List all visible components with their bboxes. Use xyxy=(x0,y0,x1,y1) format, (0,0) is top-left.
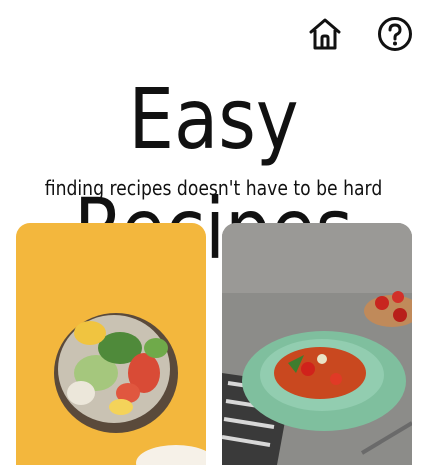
pasta-plate-photo xyxy=(222,223,412,465)
page-subtitle: finding recipes doesn't have to be hard xyxy=(44,176,383,200)
recipe-card-poke-bowl[interactable] xyxy=(16,223,206,465)
home-icon xyxy=(309,18,341,50)
help-circle-icon xyxy=(378,17,412,51)
poke-bowl-photo xyxy=(16,223,206,465)
home-button[interactable] xyxy=(307,14,343,54)
recipe-card-pasta[interactable] xyxy=(222,223,412,465)
top-nav xyxy=(307,14,413,54)
recipe-cards xyxy=(16,223,412,465)
help-button[interactable] xyxy=(377,14,413,54)
